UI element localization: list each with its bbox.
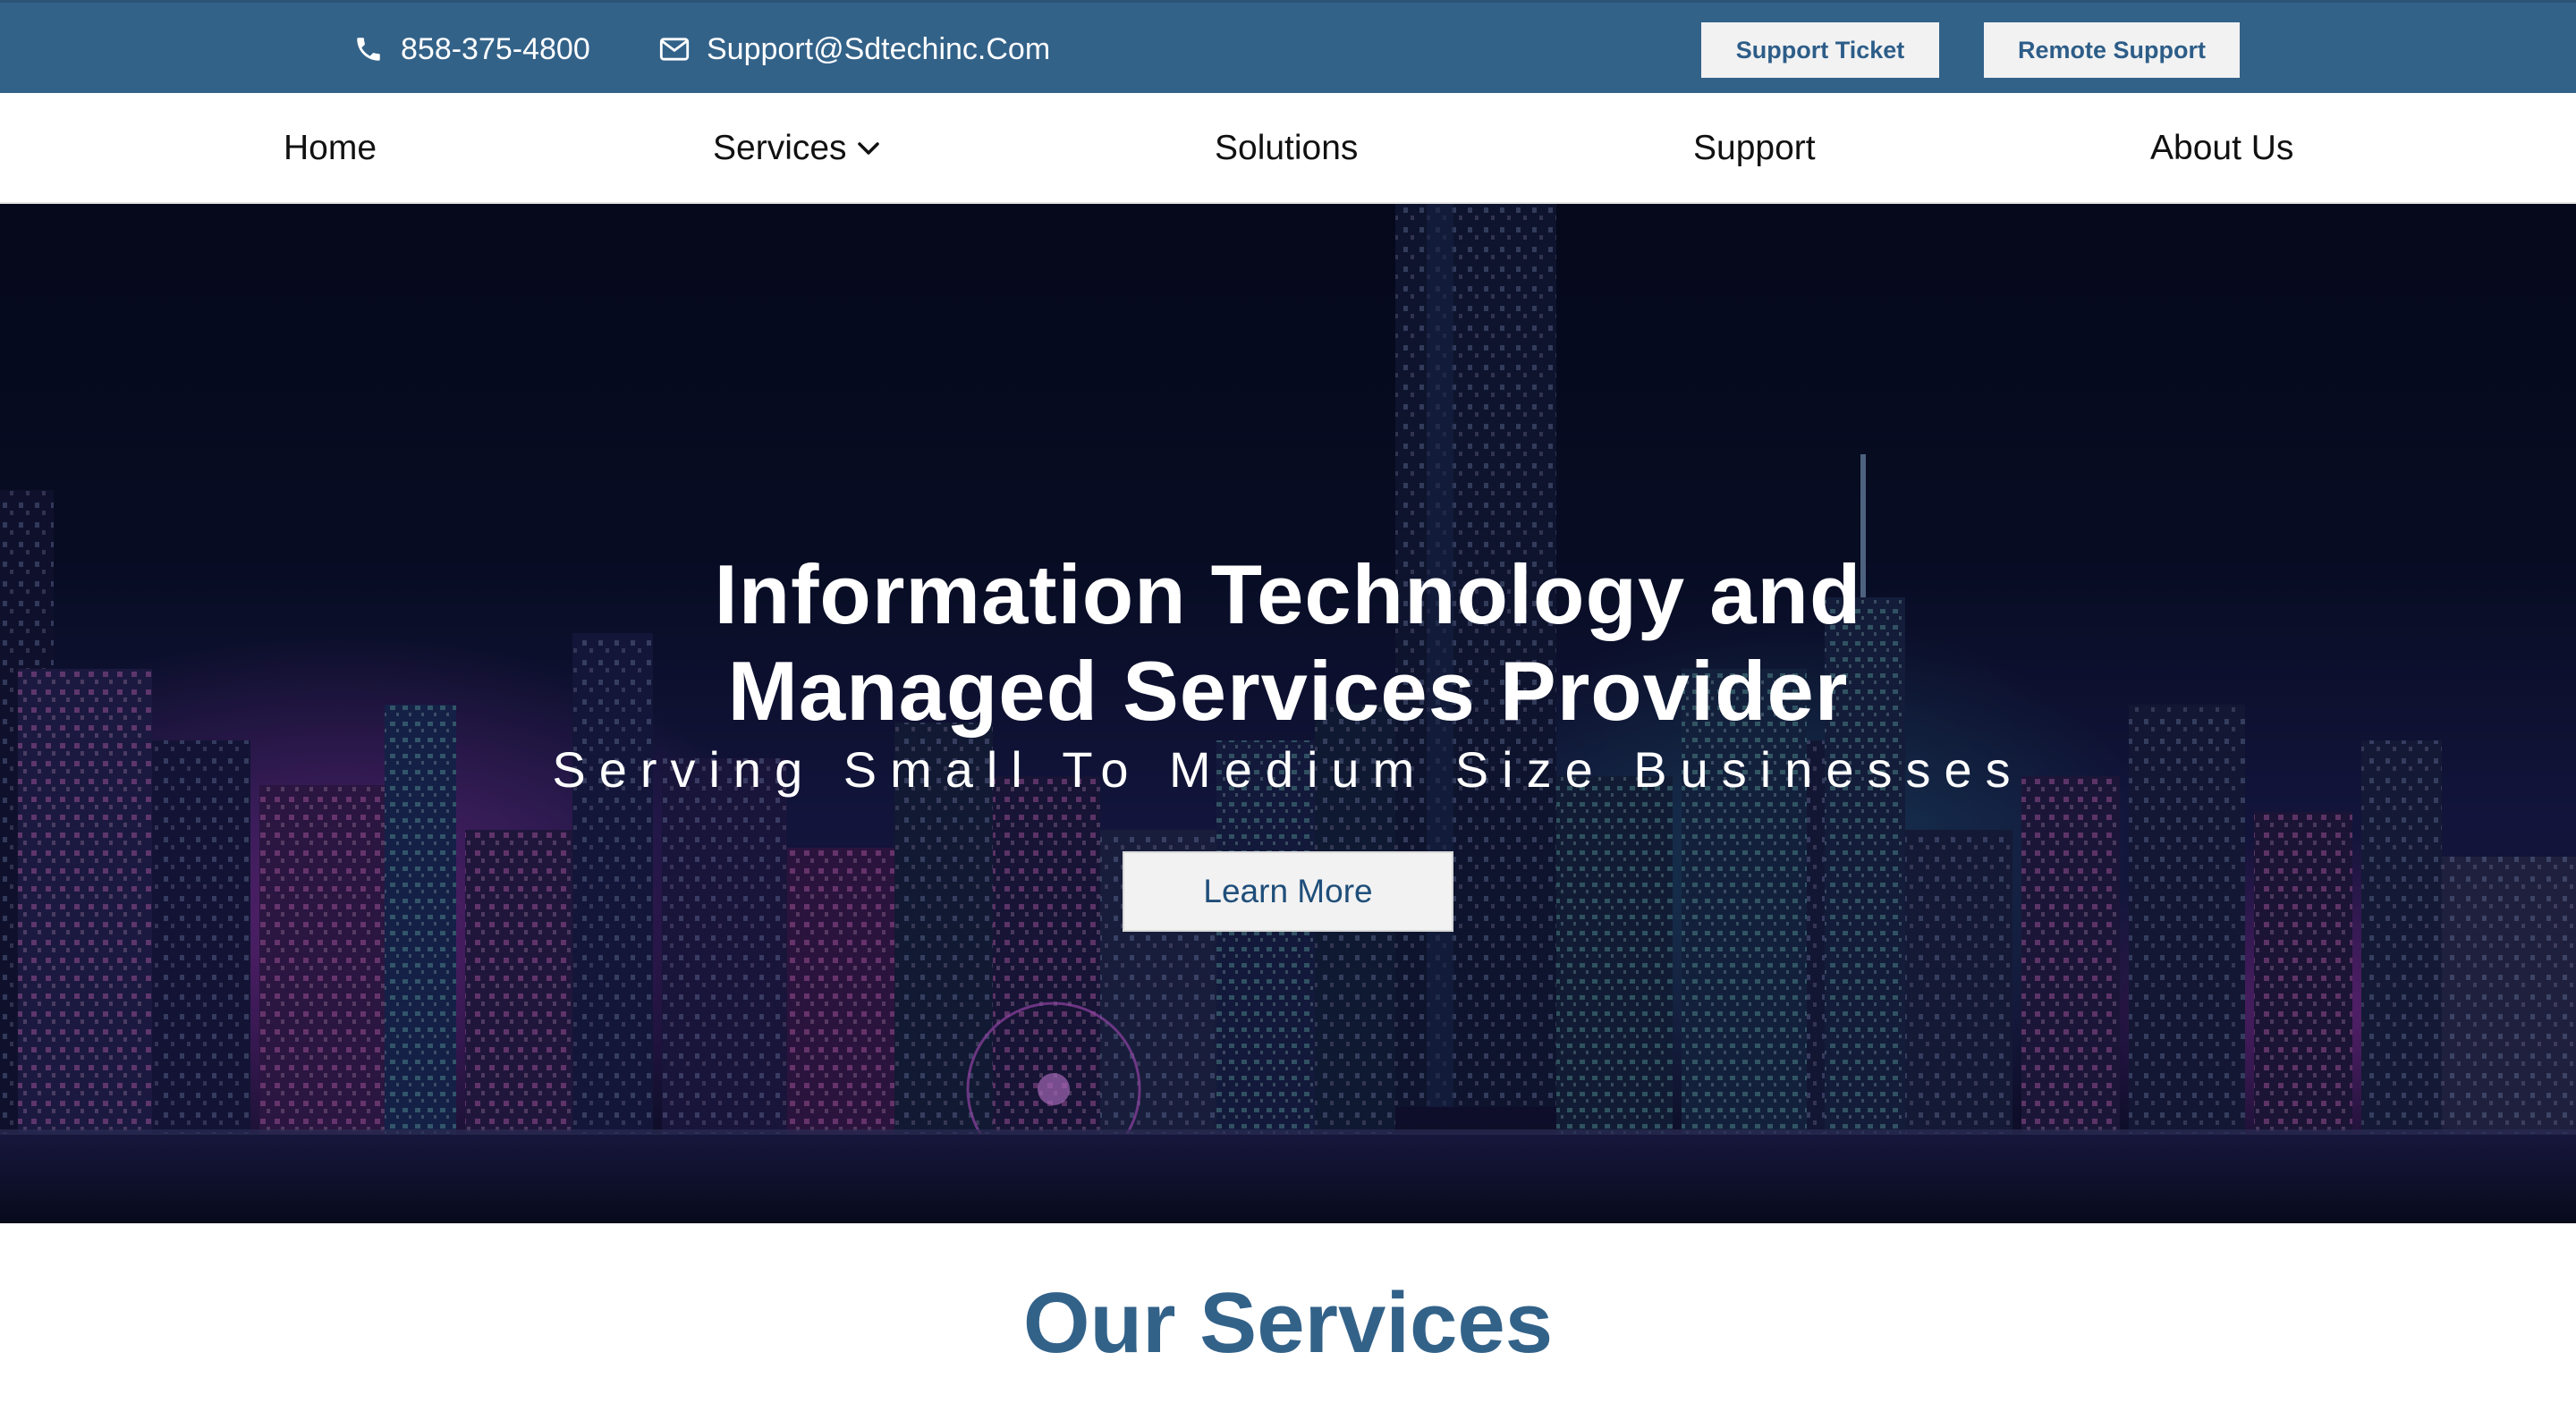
phone-contact[interactable]: 858-375-4800 [351,3,590,96]
nav-item-support[interactable]: Support [1693,93,1816,204]
hero-title: Information Technology and Managed Servi… [0,546,2576,740]
nav-item-home[interactable]: Home [284,93,377,204]
our-services-heading: Our Services [1022,1275,1554,1371]
phone-icon [351,31,386,67]
hero-title-line-1: Information Technology and [714,546,1862,641]
hero-subtitle: Serving Small To Medium Size Businesses [552,741,2024,798]
nav-item-services[interactable]: Services [713,93,881,204]
chevron-down-icon [856,139,881,157]
hero-title-line-2: Managed Services Provider [727,643,1849,738]
nav-item-about-us[interactable]: About Us [2150,93,2293,204]
top-contact-bar: 858-375-4800 Support@Sdtechinc.Com Suppo… [0,0,2576,93]
nav-item-services-label: Services [713,129,847,167]
remote-support-button[interactable]: Remote Support [1984,22,2240,78]
hero-banner: Information Technology and Managed Servi… [0,204,2576,1223]
support-ticket-button[interactable]: Support Ticket [1701,22,1939,78]
main-nav: Home Services Solutions Support About Us [0,93,2576,204]
email-address: Support@Sdtechinc.Com [707,31,1051,66]
learn-more-button[interactable]: Learn More [1123,851,1453,932]
email-contact[interactable]: Support@Sdtechinc.Com [657,3,1050,96]
envelope-icon [657,31,692,67]
nav-item-solutions[interactable]: Solutions [1215,93,1358,204]
phone-number: 858-375-4800 [401,31,590,66]
